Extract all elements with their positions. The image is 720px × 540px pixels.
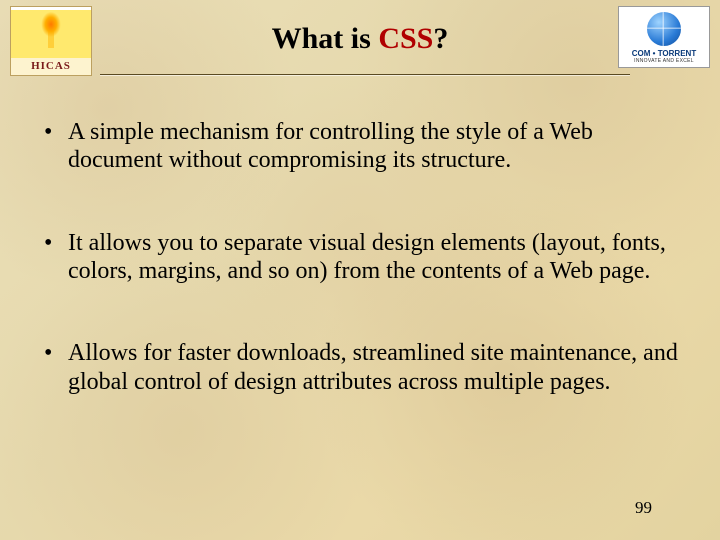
slide: HICAS COM • TORRENT INNOVATE AND EXCEL W… — [0, 0, 720, 540]
title-suffix: ? — [433, 22, 448, 55]
body-content: A simple mechanism for controlling the s… — [40, 118, 680, 450]
title-prefix: What is — [272, 22, 379, 55]
title-emphasis: CSS — [378, 22, 433, 55]
list-item: It allows you to separate visual design … — [40, 229, 680, 286]
list-item: A simple mechanism for controlling the s… — [40, 118, 680, 175]
brand-subtext: INNOVATE AND EXCEL — [634, 58, 694, 64]
slide-title: What is CSS? — [272, 22, 449, 55]
title-area: What is CSS? — [0, 22, 720, 56]
hicas-logo-label: HICAS — [11, 58, 91, 75]
bullet-list: A simple mechanism for controlling the s… — [40, 118, 680, 396]
page-number: 99 — [635, 498, 652, 518]
title-underline — [100, 74, 630, 75]
list-item: Allows for faster downloads, streamlined… — [40, 339, 680, 396]
